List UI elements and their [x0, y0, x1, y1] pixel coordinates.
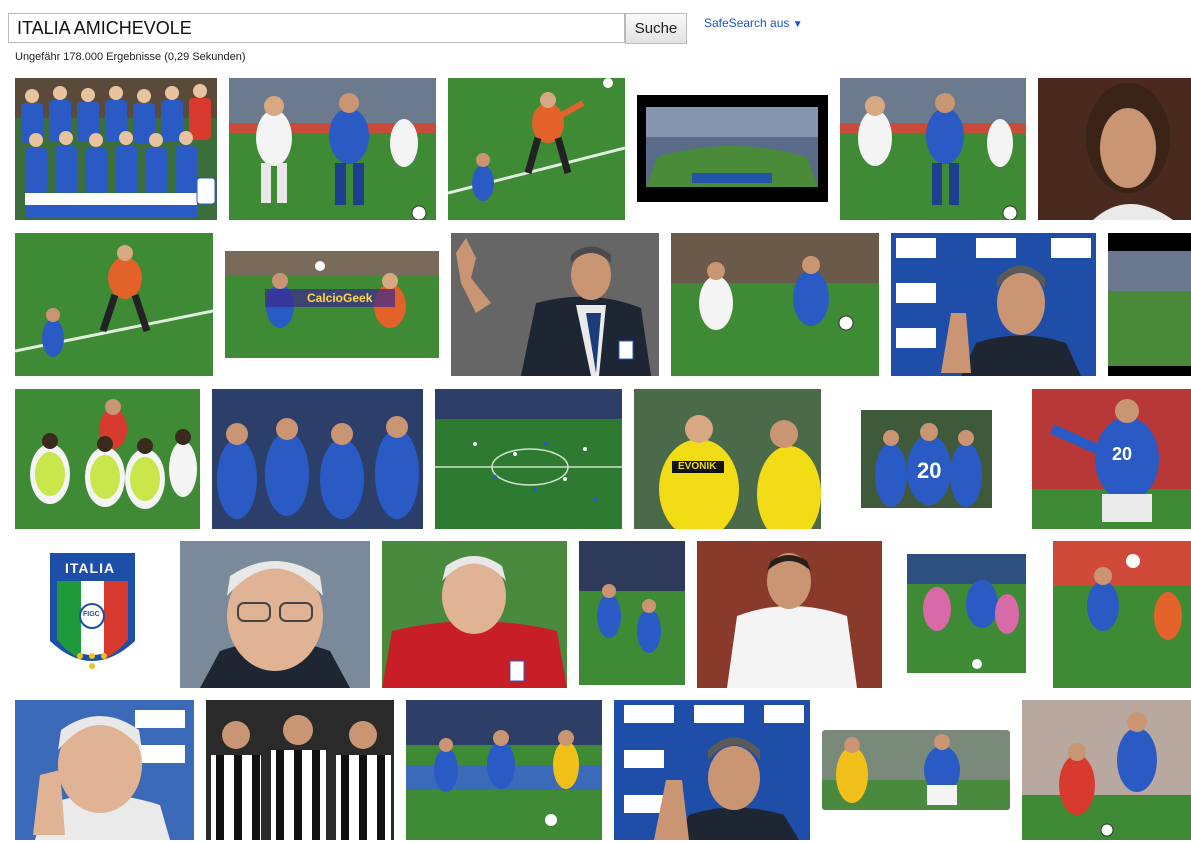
image-thumbnail[interactable]	[435, 389, 622, 529]
search-button[interactable]: Suche	[625, 13, 687, 44]
image-thumbnail[interactable]	[671, 233, 879, 376]
image-thumbnail[interactable]	[180, 541, 370, 688]
image-thumbnail[interactable]	[1053, 541, 1191, 688]
image-thumbnail[interactable]: 20	[861, 410, 992, 508]
image-thumbnail[interactable]	[448, 78, 625, 220]
crest-word: ITALIA	[65, 560, 116, 576]
image-thumbnail[interactable]	[15, 78, 217, 220]
image-thumbnail[interactable]	[822, 730, 1010, 810]
image-thumbnail[interactable]: ITALIA FIGC	[15, 541, 168, 688]
image-thumbnail[interactable]	[579, 541, 685, 685]
image-thumbnail[interactable]	[697, 541, 882, 688]
image-thumbnail[interactable]	[406, 700, 602, 840]
image-thumbnail[interactable]	[15, 233, 213, 376]
image-thumbnail[interactable]	[1022, 700, 1191, 840]
sponsor-label: EVONIK	[678, 461, 717, 472]
image-thumbnail[interactable]	[229, 78, 436, 220]
image-thumbnail[interactable]	[212, 389, 423, 529]
image-thumbnail[interactable]	[1038, 78, 1191, 220]
search-box[interactable]	[8, 13, 625, 43]
image-thumbnail[interactable]	[614, 700, 810, 840]
image-thumbnail[interactable]	[451, 233, 659, 376]
crest-badge: FIGC	[83, 611, 100, 618]
image-thumbnail[interactable]	[15, 700, 194, 840]
image-thumbnail[interactable]	[637, 95, 828, 202]
image-thumbnail[interactable]	[382, 541, 567, 688]
shirt-number: 20	[1112, 444, 1133, 464]
image-thumbnail[interactable]: EVONIK	[634, 389, 821, 529]
image-thumbnail[interactable]	[907, 554, 1026, 673]
image-thumbnail[interactable]: CalcioGeek	[225, 251, 439, 358]
image-thumbnail[interactable]	[15, 389, 200, 529]
image-thumbnail[interactable]	[1108, 233, 1191, 376]
shirt-number: 20	[917, 458, 942, 483]
safesearch-label: SafeSearch aus	[704, 16, 790, 30]
image-thumbnail[interactable]	[840, 78, 1026, 220]
image-thumbnail[interactable]: 20	[1032, 389, 1191, 529]
watermark-label: CalcioGeek	[307, 291, 373, 305]
search-input[interactable]	[9, 14, 624, 42]
image-thumbnail[interactable]	[206, 700, 394, 840]
results-stats: Ungefähr 178.000 Ergebnisse (0,29 Sekund…	[15, 51, 246, 63]
image-thumbnail[interactable]	[891, 233, 1096, 376]
chevron-down-icon: ▼	[792, 19, 803, 30]
safesearch-toggle[interactable]: SafeSearch aus ▼	[704, 16, 803, 30]
